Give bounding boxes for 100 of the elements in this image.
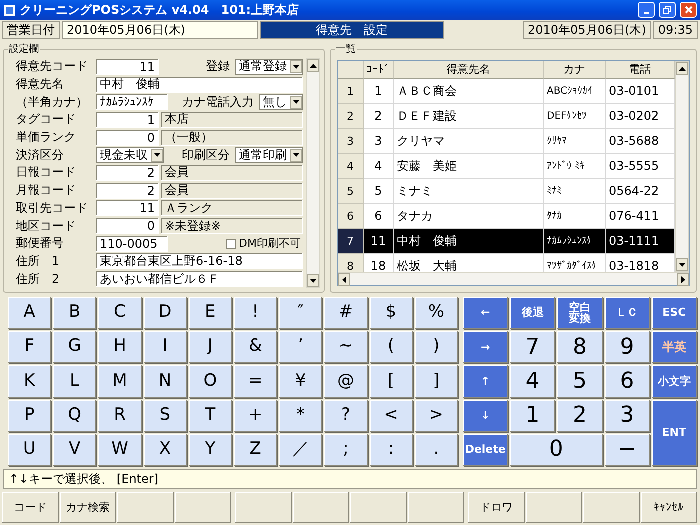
row-header[interactable]: 6: [338, 204, 364, 229]
key[interactable]: Y: [188, 434, 232, 466]
key[interactable]: J: [188, 331, 232, 364]
key[interactable]: ;: [324, 434, 368, 466]
function-key[interactable]: ドロワ: [468, 492, 524, 523]
dropdown[interactable]: 現金未収: [96, 147, 164, 164]
row-header[interactable]: 3: [338, 129, 364, 154]
key[interactable]: Z: [234, 434, 278, 466]
key[interactable]: C: [98, 297, 142, 330]
scrollbar[interactable]: [675, 61, 689, 272]
key[interactable]: ↓: [463, 400, 508, 432]
column-header[interactable]: カナ: [544, 61, 606, 79]
dropdown[interactable]: 通常登録: [235, 58, 303, 75]
key[interactable]: W: [98, 434, 142, 466]
key[interactable]: (: [370, 331, 413, 364]
key[interactable]: D: [144, 297, 187, 330]
key[interactable]: ENT: [652, 400, 697, 466]
key[interactable]: R: [98, 400, 142, 432]
key[interactable]: 後退: [510, 297, 556, 330]
key[interactable]: X: [144, 434, 187, 466]
key[interactable]: :: [370, 434, 413, 466]
key[interactable]: 9: [604, 331, 650, 364]
key[interactable]: 6: [604, 365, 650, 398]
key[interactable]: P: [8, 400, 52, 432]
column-header[interactable]: 電話: [606, 61, 675, 79]
key[interactable]: 小文字: [652, 365, 697, 398]
input-field[interactable]: 2: [96, 182, 159, 199]
blank-function-key[interactable]: [583, 492, 640, 523]
scrollbar[interactable]: [306, 58, 320, 288]
blank-function-key[interactable]: [526, 492, 582, 523]
key[interactable]: <: [370, 400, 413, 432]
input-field[interactable]: ﾅｶﾑﾗｼｭﾝｽｹ: [96, 94, 168, 110]
key[interactable]: G: [53, 331, 96, 364]
blank-function-key[interactable]: [292, 492, 349, 523]
horizontal-scrollbar[interactable]: [338, 272, 689, 285]
key[interactable]: ESC: [652, 297, 697, 330]
key[interactable]: +: [234, 400, 278, 432]
key[interactable]: 3: [604, 400, 650, 432]
input-field[interactable]: 11: [96, 200, 159, 216]
blank-function-key[interactable]: [235, 492, 292, 523]
key[interactable]: L: [53, 365, 96, 398]
blank-function-key[interactable]: [117, 492, 174, 523]
key[interactable]: ’: [279, 331, 322, 364]
key[interactable]: ?: [324, 400, 368, 432]
row-header[interactable]: 5: [338, 179, 364, 204]
key[interactable]: >: [414, 400, 458, 432]
key[interactable]: ／: [279, 434, 322, 466]
row-header[interactable]: 4: [338, 154, 364, 179]
blank-function-key[interactable]: [174, 492, 231, 523]
minimize-button[interactable]: [638, 2, 655, 18]
blank-function-key[interactable]: [350, 492, 406, 523]
key[interactable]: #: [324, 297, 368, 330]
key[interactable]: Q: [53, 400, 96, 432]
key[interactable]: [: [370, 365, 413, 398]
key[interactable]: T: [188, 400, 232, 432]
input-field[interactable]: あいおい都信ビル６Ｆ: [96, 271, 303, 288]
key[interactable]: 2: [557, 400, 603, 432]
key[interactable]: !: [234, 297, 278, 330]
key[interactable]: @: [324, 365, 368, 398]
key[interactable]: 7: [510, 331, 556, 364]
key[interactable]: 空白変換: [557, 297, 603, 330]
restore-button[interactable]: [659, 2, 676, 18]
key[interactable]: 5: [557, 365, 603, 398]
column-header[interactable]: ｺｰﾄﾞ: [364, 61, 394, 79]
key[interactable]: =: [234, 365, 278, 398]
key[interactable]: U: [8, 434, 52, 466]
blank-function-key[interactable]: [408, 492, 464, 523]
dropdown[interactable]: 通常印刷: [235, 147, 303, 164]
key[interactable]: V: [53, 434, 96, 466]
input-field[interactable]: 0: [96, 130, 159, 146]
key[interactable]: %: [414, 297, 458, 330]
key[interactable]: A: [8, 297, 52, 330]
row-header[interactable]: 1: [338, 79, 364, 104]
key[interactable]: Delete: [463, 434, 508, 466]
key[interactable]: N: [144, 365, 187, 398]
key[interactable]: .: [414, 434, 458, 466]
key[interactable]: 1: [510, 400, 556, 432]
row-header[interactable]: 8: [338, 254, 364, 272]
key[interactable]: S: [144, 400, 187, 432]
function-key[interactable]: ｷｬﾝｾﾙ: [640, 492, 697, 523]
row-header[interactable]: 7: [338, 229, 364, 254]
key[interactable]: $: [370, 297, 413, 330]
key[interactable]: H: [98, 331, 142, 364]
key[interactable]: I: [144, 331, 187, 364]
key[interactable]: ): [414, 331, 458, 364]
key[interactable]: E: [188, 297, 232, 330]
input-field[interactable]: 11: [96, 58, 159, 75]
close-button[interactable]: [680, 2, 697, 18]
key[interactable]: 4: [510, 365, 556, 398]
input-field[interactable]: 中村 俊輔: [96, 76, 303, 93]
key[interactable]: ¥: [279, 365, 322, 398]
row-header[interactable]: 2: [338, 104, 364, 129]
key[interactable]: M: [98, 365, 142, 398]
key[interactable]: ~: [324, 331, 368, 364]
key[interactable]: ]: [414, 365, 458, 398]
column-header[interactable]: 得意先名: [394, 61, 544, 79]
key[interactable]: −: [604, 434, 650, 466]
dropdown[interactable]: 無し: [259, 94, 303, 110]
key[interactable]: &: [234, 331, 278, 364]
input-field[interactable]: 110-0005: [96, 236, 168, 252]
